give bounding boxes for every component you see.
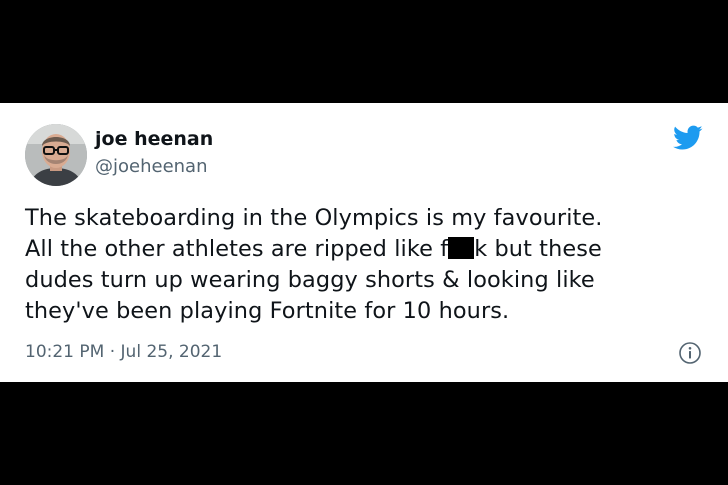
twitter-bird-icon[interactable] [673,125,703,151]
info-icon[interactable] [678,341,702,365]
screenshot-frame: joe heenan @joeheenan The skateboarding … [0,0,728,485]
tweet-text-line-2-start: All the other athletes are ripped like f [25,236,449,262]
tweet-text: The skateboarding in the Olympics is my … [25,203,715,327]
tweet-card[interactable]: joe heenan @joeheenan The skateboarding … [0,103,728,382]
avatar[interactable] [25,124,87,186]
tweet-timestamp[interactable]: 10:21 PM · Jul 25, 2021 [25,344,222,361]
tweet-text-line-1: The skateboarding in the Olympics is my … [25,205,603,231]
tweet-text-line-2: All the other athletes are ripped like f… [25,234,715,265]
author-handle[interactable]: @joeheenan [95,158,208,176]
author-display-name[interactable]: joe heenan [95,130,213,149]
tweet-text-line-4: they've been playing Fortnite for 10 hou… [25,298,510,324]
tweet-text-line-3: dudes turn up wearing baggy shorts & loo… [25,267,595,293]
tweet-text-line-2-end: k but these [474,236,602,262]
avatar-photo [25,124,87,186]
censor-bar [448,237,475,259]
